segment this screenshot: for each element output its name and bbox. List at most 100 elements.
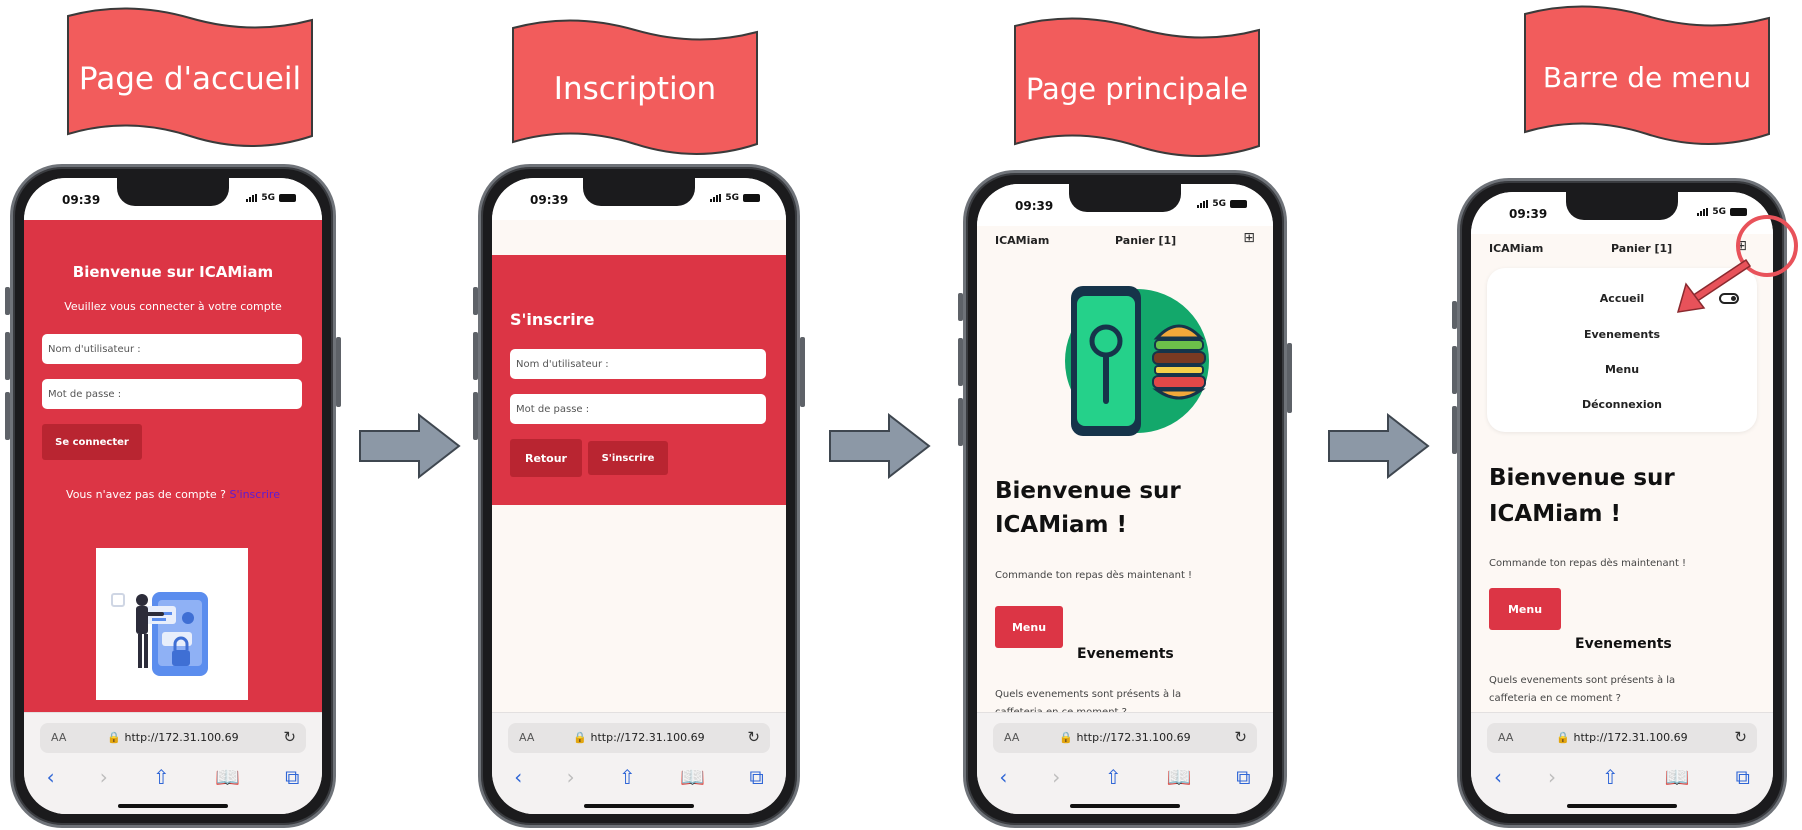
battery-icon — [279, 194, 296, 202]
bookmarks-icon[interactable]: 📖 — [1665, 765, 1690, 789]
back-icon[interactable]: ‹ — [999, 765, 1007, 789]
home-indicator — [584, 804, 694, 808]
reload-icon[interactable]: ↻ — [747, 728, 760, 746]
notch — [1069, 184, 1181, 212]
banner-barre-de-menu: Barre de menu — [1523, 4, 1771, 150]
menu-toggle-icon[interactable]: ⊞ — [1243, 230, 1255, 246]
username-input[interactable]: Nom d'utilisateur : — [42, 334, 302, 364]
screen: 09:39 5G ICAMiam Panier [1] ⊞ Bienvenue … — [977, 184, 1273, 814]
tabs-icon[interactable]: ⧉ — [1236, 765, 1250, 789]
bookmarks-icon[interactable]: 📖 — [215, 765, 240, 789]
username-input[interactable]: Nom d'utilisateur : — [510, 349, 766, 379]
screen: 09:39 5G Bienvenue sur ICAMiam Veuillez … — [24, 178, 322, 814]
back-button[interactable]: Retour — [510, 439, 582, 477]
signup-link[interactable]: S'inscrire — [230, 488, 280, 501]
notch — [117, 178, 229, 206]
browser-bar: AA 🔒 http://172.31.100.69 ↻ ‹ › ⇧ 📖 ⧉ — [492, 712, 786, 814]
forward-icon[interactable]: › — [100, 765, 108, 789]
battery-icon — [743, 194, 760, 202]
status-time: 09:39 — [62, 193, 101, 207]
banner-label: Page d'accueil — [78, 61, 302, 97]
welcome-heading: Bienvenue sur ICAMiam ! — [995, 478, 1181, 538]
bookmarks-icon[interactable]: 📖 — [680, 765, 705, 789]
banner-page-accueil: Page d'accueil — [66, 6, 314, 152]
forward-icon[interactable]: › — [1052, 765, 1060, 789]
reload-icon[interactable]: ↻ — [1734, 728, 1747, 746]
bookmarks-icon[interactable]: 📖 — [1167, 765, 1192, 789]
cart-link[interactable]: Panier [1] — [1115, 234, 1176, 247]
brand-link[interactable]: ICAMiam — [1489, 242, 1543, 255]
back-icon[interactable]: ‹ — [514, 765, 522, 789]
home-indicator — [1070, 804, 1180, 808]
battery-icon — [1230, 200, 1247, 208]
share-icon[interactable]: ⇧ — [153, 765, 170, 789]
login-subtitle: Veuillez vous connecter à votre compte — [64, 300, 282, 313]
menu-button[interactable]: Menu — [1489, 588, 1561, 630]
back-icon[interactable]: ‹ — [1494, 765, 1502, 789]
flow-arrow-icon — [1328, 413, 1430, 479]
password-input[interactable]: Mot de passe : — [42, 379, 302, 409]
lock-icon: 🔒 — [573, 731, 587, 744]
menu-button[interactable]: Menu — [995, 606, 1063, 648]
welcome-heading: Bienvenue sur ICAMiam ! — [1489, 465, 1675, 527]
url-text: http://172.31.100.69 — [1573, 731, 1688, 744]
status-time: 09:39 — [1015, 199, 1054, 213]
events-text: Quels evenements sont présents à la caff… — [1489, 675, 1676, 704]
back-icon[interactable]: ‹ — [47, 765, 55, 789]
network-label: 5G — [725, 193, 739, 203]
network-label: 5G — [1212, 199, 1226, 209]
tabs-icon[interactable]: ⧉ — [285, 765, 299, 789]
browser-bar: AA 🔒 http://172.31.100.69 ↻ ‹ › ⇧ 📖 ⧉ — [977, 712, 1273, 814]
status-time: 09:39 — [1509, 207, 1548, 221]
signal-icon — [710, 194, 722, 202]
nav-item-deconnexion[interactable]: Déconnexion — [1487, 398, 1757, 411]
nav-item-menu[interactable]: Menu — [1487, 363, 1757, 376]
browser-nav: ‹ › ⇧ 📖 ⧉ — [1471, 763, 1773, 791]
tagline: Commande ton repas dès maintenant ! — [995, 570, 1193, 581]
home-indicator — [118, 804, 228, 808]
forward-icon[interactable]: › — [567, 765, 575, 789]
login-button[interactable]: Se connecter — [42, 424, 142, 460]
share-icon[interactable]: ⇧ — [1602, 765, 1619, 789]
tabs-icon[interactable]: ⧉ — [1736, 765, 1750, 789]
url-text: http://172.31.100.69 — [124, 731, 239, 744]
app-logo — [1049, 276, 1209, 446]
tabs-icon[interactable]: ⧉ — [750, 765, 764, 789]
login-illustration — [96, 548, 248, 700]
share-icon[interactable]: ⇧ — [1105, 765, 1122, 789]
reload-icon[interactable]: ↻ — [283, 728, 296, 746]
browser-nav: ‹ › ⇧ 📖 ⧉ — [492, 763, 786, 791]
lock-icon: 🔒 — [107, 731, 121, 744]
url-bar[interactable]: AA 🔒 http://172.31.100.69 ↻ — [508, 723, 770, 753]
banner-inscription: Inscription — [511, 18, 759, 160]
url-bar[interactable]: AA 🔒 http://172.31.100.69 ↻ — [993, 723, 1257, 753]
notch — [1566, 192, 1678, 220]
signup-panel: S'inscrire Nom d'utilisateur : Mot de pa… — [492, 255, 786, 505]
login-panel: Bienvenue sur ICAMiam Veuillez vous conn… — [24, 220, 322, 730]
events-heading: Evenements — [1575, 636, 1672, 652]
screen: 09:39 5G S'inscrire Nom d'utilisateur : … — [492, 178, 786, 814]
flow-arrow-icon — [829, 413, 931, 479]
forward-icon[interactable]: › — [1548, 765, 1556, 789]
url-text: http://172.31.100.69 — [1076, 731, 1191, 744]
tagline: Commande ton repas dès maintenant ! — [1489, 558, 1687, 569]
login-title: Bienvenue sur ICAMiam — [72, 263, 274, 281]
signup-button[interactable]: S'inscrire — [588, 441, 668, 475]
url-bar[interactable]: AA 🔒 http://172.31.100.69 ↻ — [1487, 723, 1757, 753]
nav-item-evenements[interactable]: Evenements — [1487, 328, 1757, 341]
url-bar[interactable]: AA 🔒 http://172.31.100.69 ↻ — [40, 723, 306, 753]
signal-icon — [246, 194, 258, 202]
password-input[interactable]: Mot de passe : — [510, 394, 766, 424]
flow-arrow-icon — [359, 413, 461, 479]
banner-label: Inscription — [553, 71, 717, 107]
url-text: http://172.31.100.69 — [590, 731, 705, 744]
share-icon[interactable]: ⇧ — [619, 765, 636, 789]
signup-title: S'inscrire — [510, 310, 595, 329]
status-time: 09:39 — [530, 193, 569, 207]
reload-icon[interactable]: ↻ — [1234, 728, 1247, 746]
brand-link[interactable]: ICAMiam — [995, 234, 1049, 247]
phone-login: 09:39 5G Bienvenue sur ICAMiam Veuillez … — [5, 164, 341, 828]
lock-icon: 🔒 — [1059, 731, 1073, 744]
browser-bar: AA 🔒 http://172.31.100.69 ↻ ‹ › ⇧ 📖 ⧉ — [24, 712, 322, 814]
browser-nav: ‹ › ⇧ 📖 ⧉ — [24, 763, 322, 791]
